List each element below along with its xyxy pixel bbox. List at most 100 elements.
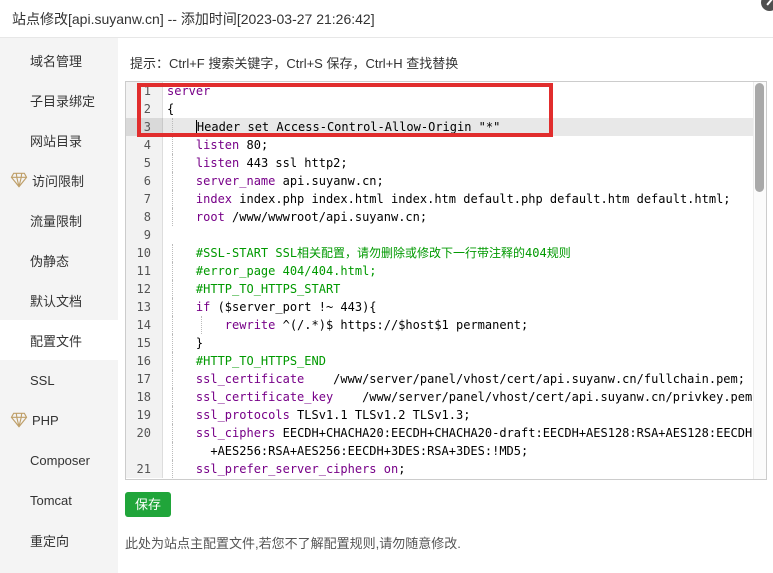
- config-editor[interactable]: 1server2{3 Header set Access-Control-All…: [125, 81, 767, 480]
- gem-icon: [10, 412, 28, 428]
- sidebar-item-label: 流量限制: [30, 211, 82, 230]
- indent-guide: [172, 208, 173, 226]
- sidebar-item-label: 默认文档: [30, 291, 82, 310]
- sidebar-item-redirect[interactable]: 重定向: [0, 520, 118, 560]
- code-line[interactable]: 17 ssl_certificate /www/server/panel/vho…: [126, 370, 766, 388]
- line-number: 17: [126, 370, 163, 388]
- code-text: if ($server_port !~ 443){: [163, 298, 766, 316]
- code-line[interactable]: 20 ssl_ciphers EECDH+CHACHA20:EECDH+CHAC…: [126, 424, 766, 442]
- code-line[interactable]: 5 listen 443 ssl http2;: [126, 154, 766, 172]
- sidebar-item-default[interactable]: 默认文档: [0, 280, 118, 320]
- code-line[interactable]: 9: [126, 226, 766, 244]
- code-line[interactable]: 16 #HTTP_TO_HTTPS_END: [126, 352, 766, 370]
- indent-guide: [172, 262, 173, 280]
- sidebar-item-label: SSL: [30, 373, 55, 388]
- indent-guide: [172, 172, 173, 190]
- line-number: 5: [126, 154, 163, 172]
- sidebar-item-label: 网站目录: [30, 131, 82, 150]
- code-text: #HTTP_TO_HTTPS_END: [163, 352, 766, 370]
- title-bar: 站点修改[api.suyanw.cn] -- 添加时间[2023-03-27 2…: [0, 0, 773, 38]
- code-lines: 1server2{3 Header set Access-Control-All…: [126, 82, 766, 478]
- editor-scrollbar[interactable]: [753, 82, 766, 479]
- indent-guide: [172, 424, 173, 442]
- sidebar-item-subdir[interactable]: 子目录绑定: [0, 80, 118, 120]
- code-line[interactable]: 10 #SSL-START SSL相关配置，请勿删除或修改下一行带注释的404规…: [126, 244, 766, 262]
- code-text: Header set Access-Control-Allow-Origin "…: [163, 118, 766, 136]
- line-number: 19: [126, 406, 163, 424]
- line-number: 18: [126, 388, 163, 406]
- sidebar-item-label: 伪静态: [30, 251, 69, 270]
- code-line[interactable]: 8 root /www/wwwroot/api.suyanw.cn;: [126, 208, 766, 226]
- sidebar-item-composer[interactable]: Composer: [0, 440, 118, 480]
- config-warning-note: 此处为站点主配置文件,若您不了解配置规则,请勿随意修改.: [125, 533, 773, 552]
- code-line[interactable]: 15 }: [126, 334, 766, 352]
- line-number: 7: [126, 190, 163, 208]
- code-line[interactable]: 3 Header set Access-Control-Allow-Origin…: [126, 118, 766, 136]
- code-line[interactable]: +AES256:RSA+AES256:EECDH+3DES:RSA+3DES:!…: [126, 442, 766, 460]
- indent-guide: [172, 298, 173, 316]
- indent-guide: [172, 460, 173, 478]
- line-number: 3: [126, 118, 163, 136]
- code-text: ssl_ciphers EECDH+CHACHA20:EECDH+CHACHA2…: [163, 424, 766, 442]
- code-text: index index.php index.html index.htm def…: [163, 190, 766, 208]
- code-line[interactable]: 12 #HTTP_TO_HTTPS_START: [126, 280, 766, 298]
- indent-guide: [172, 154, 173, 172]
- line-number: 9: [126, 226, 163, 244]
- code-line[interactable]: 4 listen 80;: [126, 136, 766, 154]
- sidebar-item-label: Tomcat: [30, 493, 72, 508]
- code-text: ssl_certificate /www/server/panel/vhost/…: [163, 370, 766, 388]
- code-text: #SSL-START SSL相关配置，请勿删除或修改下一行带注释的404规则: [163, 244, 766, 262]
- sidebar-item-label: 重定向: [30, 531, 69, 550]
- content-wrap: 域名管理子目录绑定网站目录访问限制流量限制伪静态默认文档配置文件 SSL PHPCo…: [0, 38, 773, 573]
- code-text: {: [163, 100, 766, 118]
- code-line[interactable]: 14 rewrite ^(/.*)$ https://$host$1 perma…: [126, 316, 766, 334]
- code-line[interactable]: 11 #error_page 404/404.html;: [126, 262, 766, 280]
- sidebar-item-access[interactable]: 访问限制: [0, 160, 118, 200]
- code-line[interactable]: 7 index index.php index.html index.htm d…: [126, 190, 766, 208]
- code-text: [163, 226, 766, 244]
- code-line[interactable]: 18 ssl_certificate_key /www/server/panel…: [126, 388, 766, 406]
- sidebar-item-rewrite[interactable]: 伪静态: [0, 240, 118, 280]
- indent-guide: [172, 442, 173, 460]
- code-line[interactable]: 2{: [126, 100, 766, 118]
- sidebar-item-tomcat[interactable]: Tomcat: [0, 480, 118, 520]
- line-number: 13: [126, 298, 163, 316]
- sidebar-item-traffic[interactable]: 流量限制: [0, 200, 118, 240]
- scrollbar-thumb[interactable]: [755, 83, 764, 192]
- indent-guide: [172, 370, 173, 388]
- line-number: 21: [126, 460, 163, 478]
- line-number: 15: [126, 334, 163, 352]
- indent-guide: [172, 136, 173, 154]
- line-number: 14: [126, 316, 163, 334]
- line-number: 16: [126, 352, 163, 370]
- code-text: listen 80;: [163, 136, 766, 154]
- sidebar-item-label: 访问限制: [32, 171, 84, 190]
- line-number: 12: [126, 280, 163, 298]
- line-number: 8: [126, 208, 163, 226]
- code-line[interactable]: 1server: [126, 82, 766, 100]
- code-line[interactable]: 21 ssl_prefer_server_ciphers on;: [126, 460, 766, 478]
- sidebar-item-php[interactable]: PHP: [0, 400, 118, 440]
- page-title: 站点修改[api.suyanw.cn] -- 添加时间[2023-03-27 2…: [12, 9, 375, 29]
- code-text: listen 443 ssl http2;: [163, 154, 766, 172]
- code-text: rewrite ^(/.*)$ https://$host$1 permanen…: [163, 316, 766, 334]
- indent-guide: [172, 316, 173, 334]
- save-button[interactable]: 保存: [125, 492, 171, 517]
- code-line[interactable]: 6 server_name api.suyanw.cn;: [126, 172, 766, 190]
- code-text: +AES256:RSA+AES256:EECDH+3DES:RSA+3DES:!…: [163, 442, 766, 460]
- sidebar-item-ssl[interactable]: SSL: [0, 360, 118, 400]
- line-number: 4: [126, 136, 163, 154]
- code-line[interactable]: 19 ssl_protocols TLSv1.1 TLSv1.2 TLSv1.3…: [126, 406, 766, 424]
- code-text: ssl_prefer_server_ciphers on;: [163, 460, 766, 478]
- code-text: root /www/wwwroot/api.suyanw.cn;: [163, 208, 766, 226]
- sidebar-item-domain[interactable]: 域名管理: [0, 40, 118, 80]
- sidebar-item-label: 域名管理: [30, 51, 82, 70]
- sidebar-item-sitedir[interactable]: 网站目录: [0, 120, 118, 160]
- sidebar-item-config[interactable]: 配置文件: [0, 320, 118, 360]
- corner-widget-icon[interactable]: [761, 0, 773, 11]
- code-text: ssl_certificate_key /www/server/panel/vh…: [163, 388, 766, 406]
- indent-guide: [172, 118, 173, 136]
- code-line[interactable]: 13 if ($server_port !~ 443){: [126, 298, 766, 316]
- code-text: }: [163, 334, 766, 352]
- sidebar-item-label: 子目录绑定: [30, 91, 95, 110]
